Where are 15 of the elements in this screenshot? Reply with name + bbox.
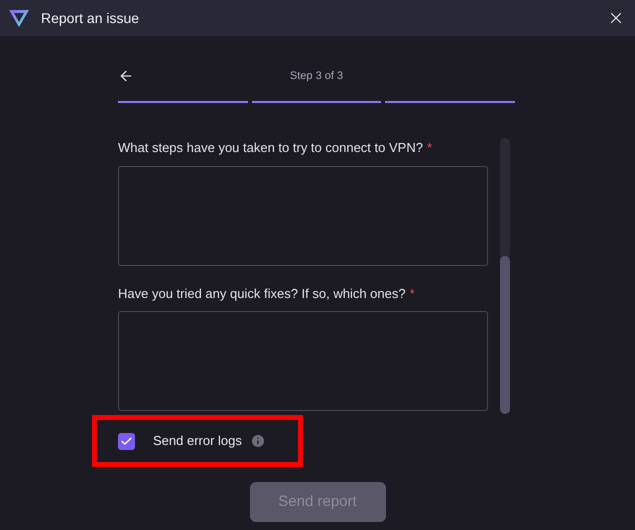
window-title: Report an issue — [41, 8, 140, 28]
step-label: Step 3 of 3 — [290, 68, 344, 84]
required-mark: * — [426, 139, 432, 157]
question-label: What steps have you taken to try to connect to VPN? — [118, 139, 423, 157]
check-icon — [120, 434, 133, 448]
logo-icon — [8, 8, 30, 28]
answer-box[interactable] — [118, 311, 488, 411]
scrollbar-thumb[interactable] — [500, 256, 510, 414]
info-icon[interactable] — [250, 433, 266, 449]
checkbox[interactable] — [118, 432, 135, 450]
checkbox-label: Send error logs — [153, 432, 242, 450]
question-label: Have you tried any quick fixes? If so, which ones? — [118, 284, 406, 303]
answer-box[interactable] — [118, 166, 488, 266]
required-mark: * — [410, 284, 415, 302]
back-button[interactable] — [118, 68, 134, 84]
